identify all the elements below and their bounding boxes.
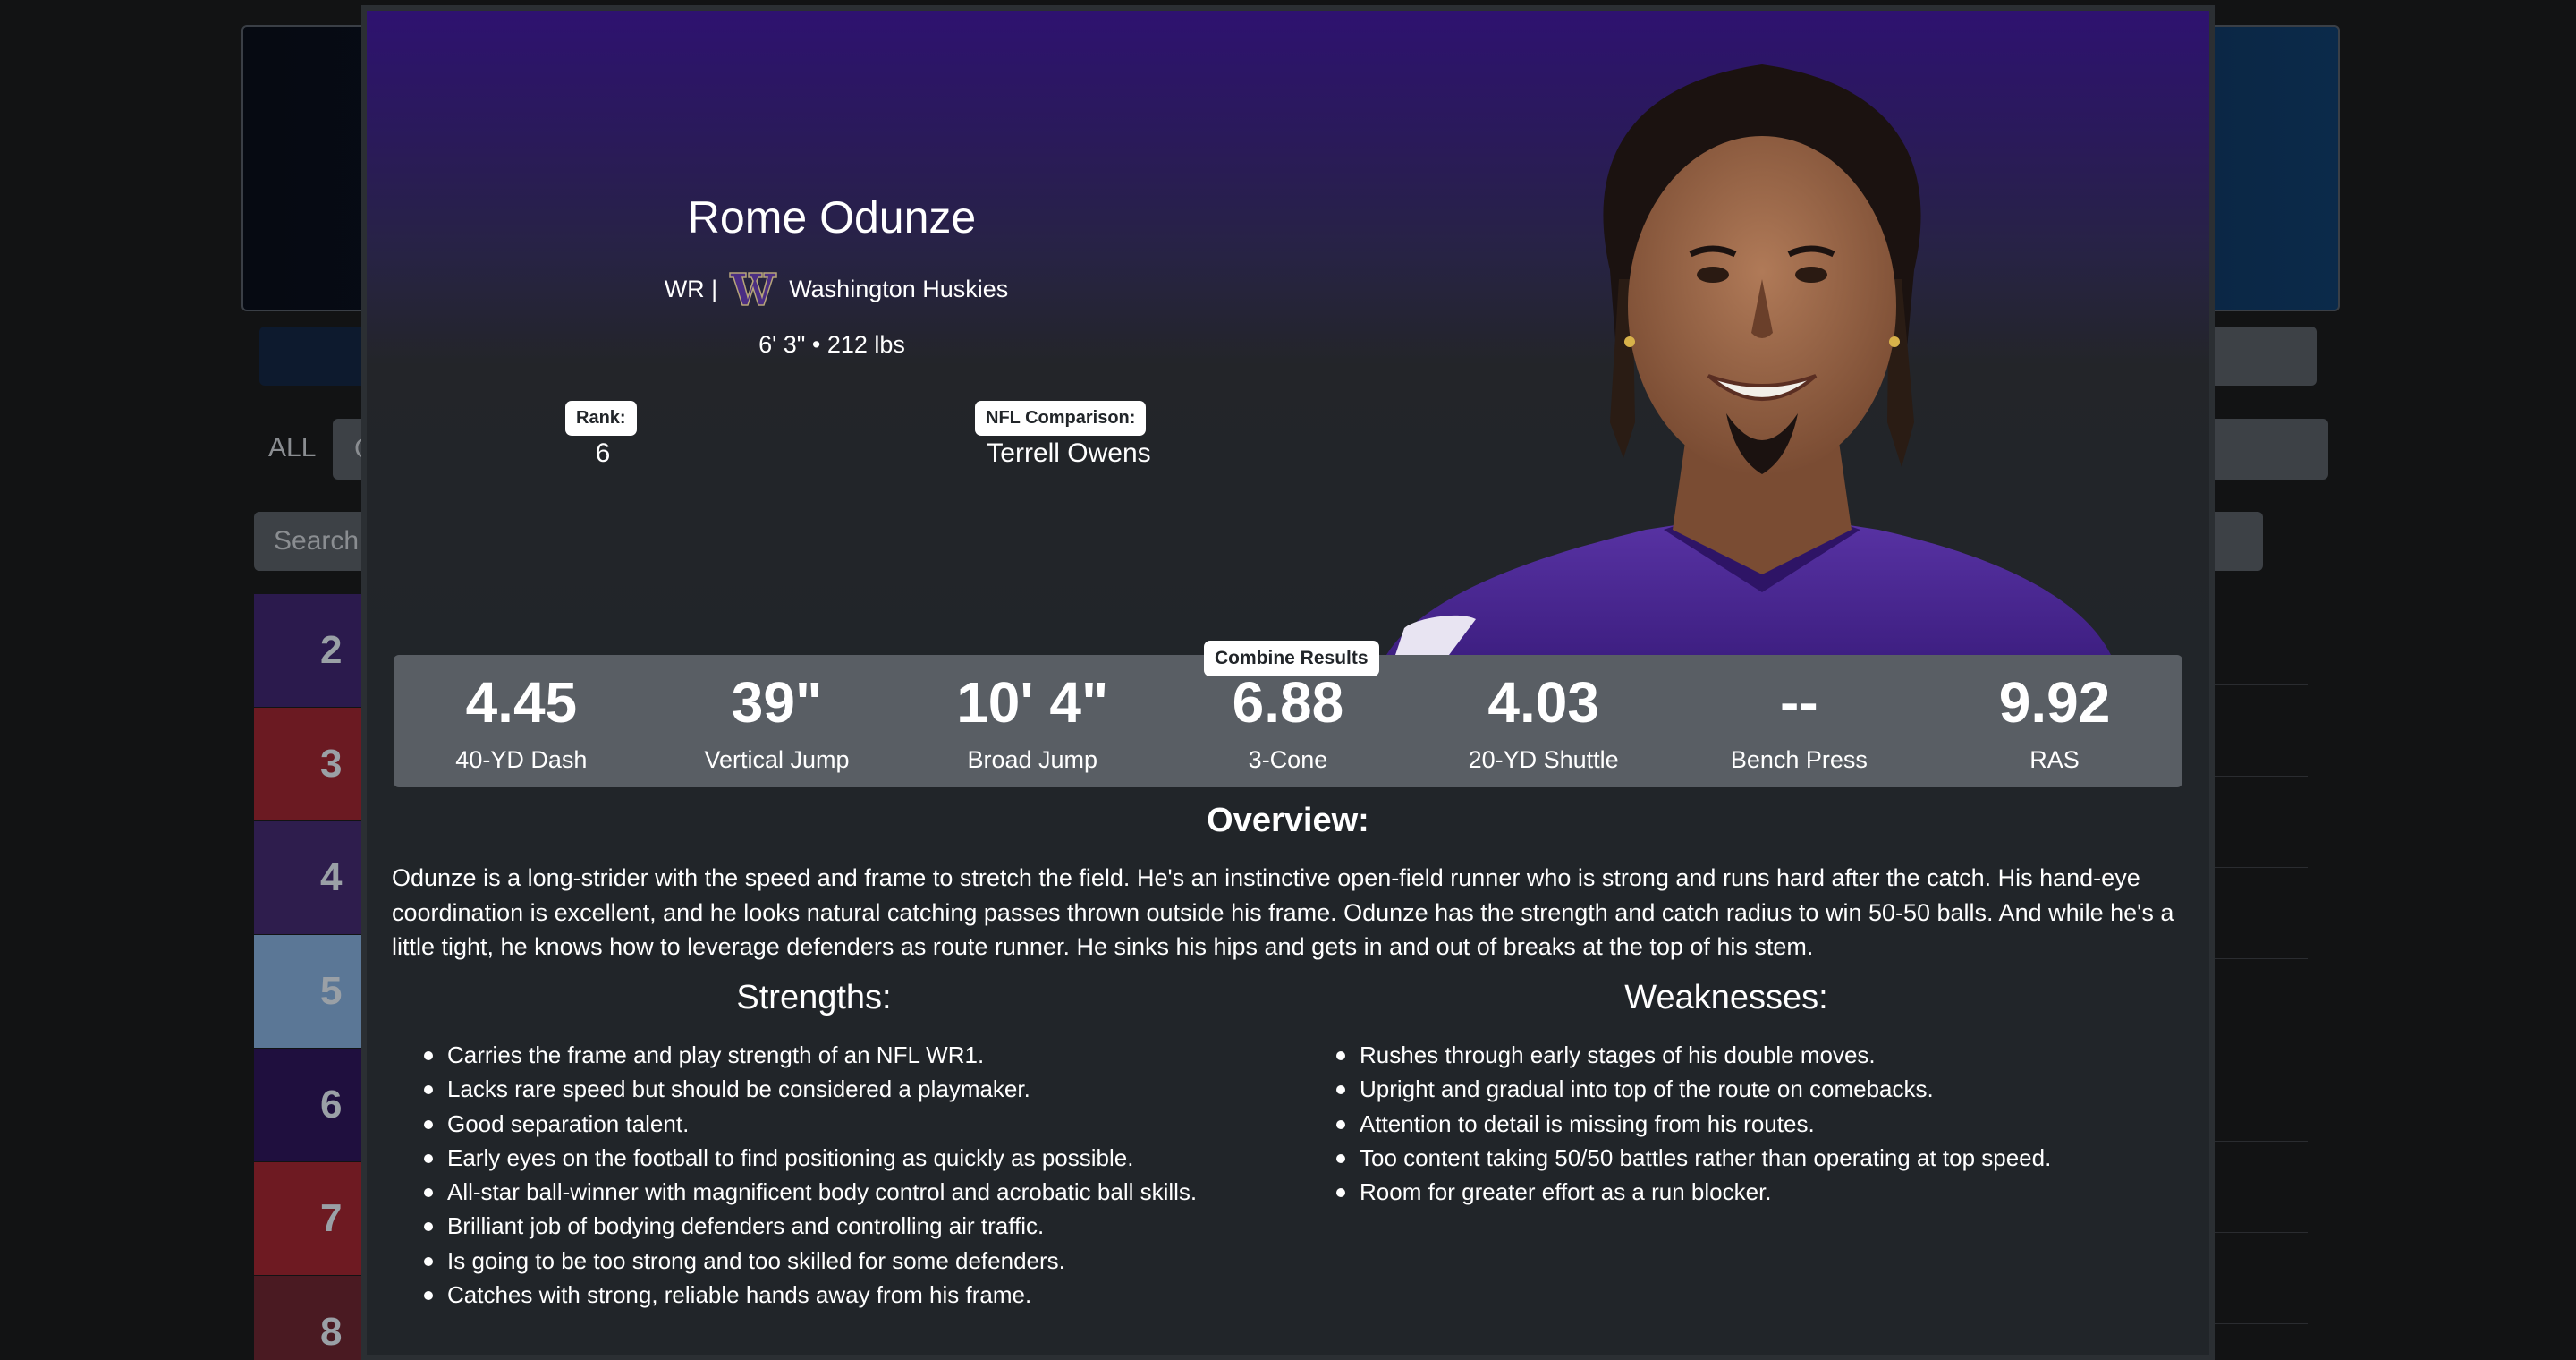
combine-stat-label: Broad Jump	[967, 746, 1098, 773]
weaknesses-item: Too content taking 50/50 battles rather …	[1335, 1141, 2209, 1175]
prospect-row[interactable]: 3	[254, 708, 379, 820]
combine-stat-value: 6.88	[1232, 670, 1344, 735]
combine-stat-label: RAS	[2029, 746, 2080, 773]
combine-stat: 39" Vertical Jump	[652, 655, 902, 774]
combine-stat: 9.92 RAS	[1929, 655, 2180, 774]
combine-stat-value: 10' 4"	[956, 670, 1109, 735]
prospect-row[interactable]: 4	[254, 821, 379, 934]
weaknesses-item: Room for greater effort as a run blocker…	[1335, 1175, 2209, 1209]
row-divider	[2200, 594, 2308, 685]
overview-text: Odunze is a long-strider with the speed …	[392, 864, 2174, 960]
nfl-comparison-value: Terrell Owens	[987, 438, 1151, 468]
weaknesses-item: Attention to detail is missing from his …	[1335, 1107, 2209, 1141]
strengths-item: Is going to be too strong and too skille…	[422, 1244, 1317, 1278]
player-profile-modal[interactable]: Rome Odunze WR | Washington Huskies 6' 3…	[361, 5, 2215, 1360]
combine-stat-value: 9.92	[1998, 670, 2111, 735]
player-position: WR |	[664, 275, 718, 302]
weaknesses-list: Rushes through early stages of his doubl…	[1335, 1038, 2209, 1209]
player-height-weight: 6' 3" • 212 lbs	[758, 331, 905, 358]
combine-stat-label: Vertical Jump	[704, 746, 850, 773]
combine-stat-label: 3-Cone	[1248, 746, 1328, 773]
row-divider	[2200, 868, 2308, 959]
row-divider	[2200, 777, 2308, 868]
combine-stat-value: 4.45	[465, 670, 578, 735]
player-team: Washington Huskies	[789, 275, 1009, 302]
prospect-row[interactable]: 5	[254, 935, 379, 1048]
player-name: Rome Odunze	[687, 192, 977, 242]
combine-stat-label: Bench Press	[1730, 746, 1868, 773]
strengths-heading: Strengths:	[736, 979, 892, 1016]
weaknesses-item: Upright and gradual into top of the rout…	[1335, 1072, 2209, 1106]
rank-badge: Rank:	[565, 401, 637, 436]
row-divider	[2200, 685, 2308, 777]
combine-stat-label: 20-YD Shuttle	[1468, 746, 1619, 773]
background-prospect-list: 2345678	[254, 594, 379, 1360]
row-divider	[2200, 1142, 2308, 1233]
strengths-item: Lacks rare speed but should be considere…	[422, 1072, 1317, 1106]
overview-heading: Overview:	[1207, 802, 1369, 839]
nfl-comparison-badge: NFL Comparison:	[975, 401, 1147, 436]
strengths-item: All-star ball-winner with magnificent bo…	[422, 1175, 1317, 1209]
combine-stat: 4.45 40-YD Dash	[396, 655, 647, 774]
weaknesses-item: Rushes through early stages of his doubl…	[1335, 1038, 2209, 1072]
row-divider	[2200, 1233, 2308, 1324]
prospect-row[interactable]: 6	[254, 1049, 379, 1161]
row-divider	[2200, 959, 2308, 1050]
combine-stat: 4.03 20-YD Shuttle	[1419, 655, 1669, 774]
strengths-item: Early eyes on the football to find posit…	[422, 1141, 1317, 1175]
background-nav-button[interactable]	[259, 327, 367, 386]
weaknesses-heading: Weaknesses:	[1624, 979, 1828, 1016]
combine-stat-value: 4.03	[1487, 670, 1599, 735]
filter-all-tab[interactable]: ALL	[268, 433, 316, 463]
rank-value: 6	[595, 438, 611, 468]
strengths-item: Catches with strong, reliable hands away…	[422, 1278, 1317, 1312]
prospect-row[interactable]: 2	[254, 594, 379, 707]
player-photo	[1386, 64, 2111, 655]
prospect-row[interactable]: 8	[254, 1276, 379, 1360]
combine-stat-value: --	[1780, 670, 1818, 735]
strengths-item: Brilliant job of bodying defenders and c…	[422, 1209, 1317, 1243]
strengths-list: Carries the frame and play strength of a…	[422, 1038, 1317, 1312]
strengths-item: Carries the frame and play strength of a…	[422, 1038, 1317, 1072]
strengths-item: Good separation talent.	[422, 1107, 1317, 1141]
combine-stat-label: 40-YD Dash	[455, 746, 588, 773]
washington-w-logo-icon	[728, 270, 778, 308]
combine-stat: -- Bench Press	[1674, 655, 1924, 774]
prospect-row[interactable]: 7	[254, 1162, 379, 1275]
row-divider	[2200, 1050, 2308, 1142]
combine-stat-value: 39"	[731, 670, 823, 735]
background-row-dividers	[2200, 594, 2308, 1324]
combine-results-badge: Combine Results	[1204, 641, 1379, 676]
combine-stat: 10' 4" Broad Jump	[907, 655, 1157, 774]
player-meta: WR | Washington Huskies	[644, 270, 1029, 308]
